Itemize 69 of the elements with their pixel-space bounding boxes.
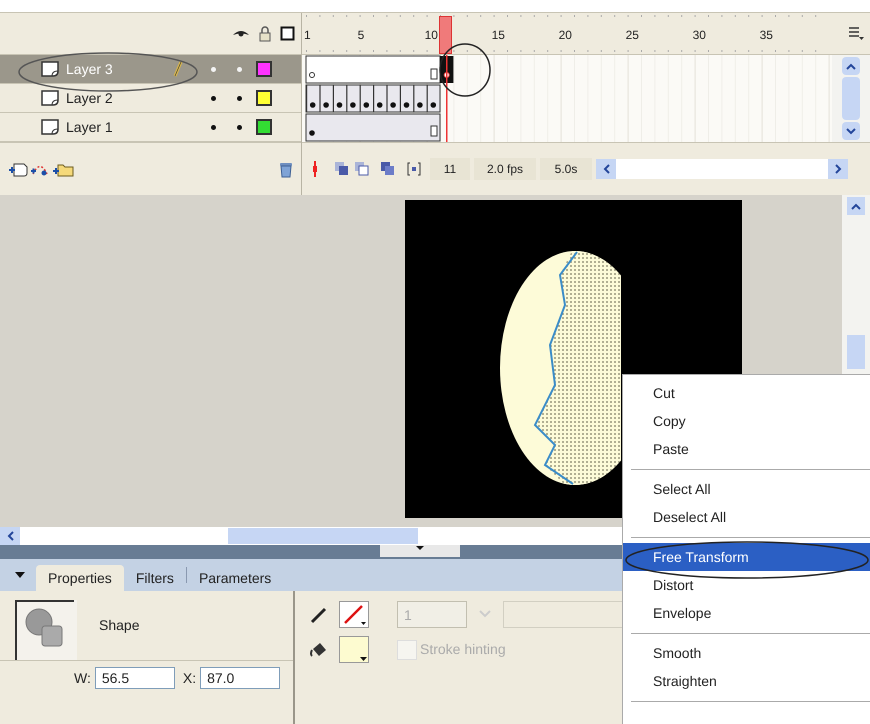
x-field[interactable]: 87.0 <box>200 667 280 689</box>
object-type: Shape <box>99 616 140 635</box>
eye-icon[interactable] <box>232 28 250 38</box>
collapse-arrow-icon[interactable] <box>415 545 425 551</box>
stroke-color-swatch[interactable] <box>339 601 369 628</box>
scrollbar-thumb[interactable] <box>847 335 865 369</box>
shape-icon <box>15 600 77 660</box>
trash-icon[interactable] <box>279 160 293 178</box>
frame-number: 10 <box>424 27 438 44</box>
menu-item[interactable]: Copy <box>623 407 870 435</box>
layer-name: Layer 2 <box>66 88 114 108</box>
lock-dot-icon[interactable] <box>236 124 242 130</box>
onion-outline-icon[interactable] <box>354 161 370 177</box>
current-frame: 11 <box>430 158 470 180</box>
playhead[interactable] <box>439 16 452 54</box>
frame-number: 25 <box>626 27 639 44</box>
menu-item[interactable]: Straighten <box>623 667 870 695</box>
elapsed-time: 5.0s <box>540 158 592 180</box>
stroke-hinting-label: Stroke hinting <box>420 640 506 659</box>
panel-tab[interactable]: Filters <box>124 565 186 591</box>
lock-icon[interactable] <box>259 26 271 42</box>
scrollbar-thumb[interactable] <box>228 528 418 544</box>
layer-color-swatch[interactable] <box>256 119 272 135</box>
visibility-dot-icon[interactable] <box>210 66 216 72</box>
menu-item[interactable]: Select All <box>623 475 870 503</box>
frame-number: 5 <box>358 27 364 44</box>
menu-icon[interactable] <box>848 26 864 40</box>
frame-number: 1 <box>304 27 311 44</box>
layer-icon <box>40 118 60 136</box>
menu-item[interactable]: Free Transform <box>623 543 870 571</box>
frame-number: 35 <box>760 27 773 44</box>
menu-item[interactable]: Envelope <box>623 599 870 627</box>
panel-tab[interactable]: Parameters <box>186 565 284 591</box>
scrollbar-thumb[interactable] <box>842 77 860 120</box>
layer-icon <box>40 60 60 78</box>
x-label: X: <box>182 668 196 688</box>
menu-item[interactable]: Deselect All <box>623 503 870 531</box>
lock-dot-icon[interactable] <box>236 66 242 72</box>
onion-markers-icon[interactable] <box>406 161 422 177</box>
layer-color-swatch[interactable] <box>256 61 272 77</box>
visibility-dot-icon[interactable] <box>210 124 216 130</box>
frame-number: 20 <box>558 27 572 44</box>
layer-name: Layer 1 <box>66 118 114 137</box>
menu-item[interactable]: Smooth <box>623 639 870 667</box>
panel-tab[interactable]: Properties <box>36 565 124 591</box>
fill-color-swatch[interactable] <box>339 636 369 663</box>
menu-item[interactable]: Cut <box>623 379 870 407</box>
dropdown-arrow-icon[interactable] <box>360 657 367 661</box>
annotation-circle <box>438 42 492 98</box>
onion-skin-icon[interactable] <box>334 161 350 177</box>
width-label: W: <box>74 668 91 688</box>
insert-layer-icon[interactable] <box>8 161 28 177</box>
menu-item[interactable]: Distort <box>623 571 870 599</box>
width-field[interactable]: 56.5 <box>94 667 175 689</box>
frame-span[interactable] <box>306 56 440 84</box>
frame-span[interactable] <box>306 114 440 142</box>
keyframe-span[interactable] <box>306 84 440 112</box>
edit-multiple-frames-icon[interactable] <box>380 161 396 177</box>
lock-dot-icon[interactable] <box>236 96 242 100</box>
frame-number: 15 <box>492 27 505 44</box>
collapse-arrow-icon[interactable] <box>14 571 26 579</box>
frame-number: 30 <box>692 27 706 44</box>
menu-item[interactable]: Paste <box>623 435 870 463</box>
layer-color-swatch[interactable] <box>256 90 272 106</box>
outline-icon[interactable] <box>280 26 295 41</box>
layer-icon <box>40 89 60 107</box>
visibility-dot-icon[interactable] <box>210 96 216 100</box>
frame-rate: 2.0 fps <box>474 158 536 180</box>
layer-name: Layer 3 <box>66 60 114 79</box>
